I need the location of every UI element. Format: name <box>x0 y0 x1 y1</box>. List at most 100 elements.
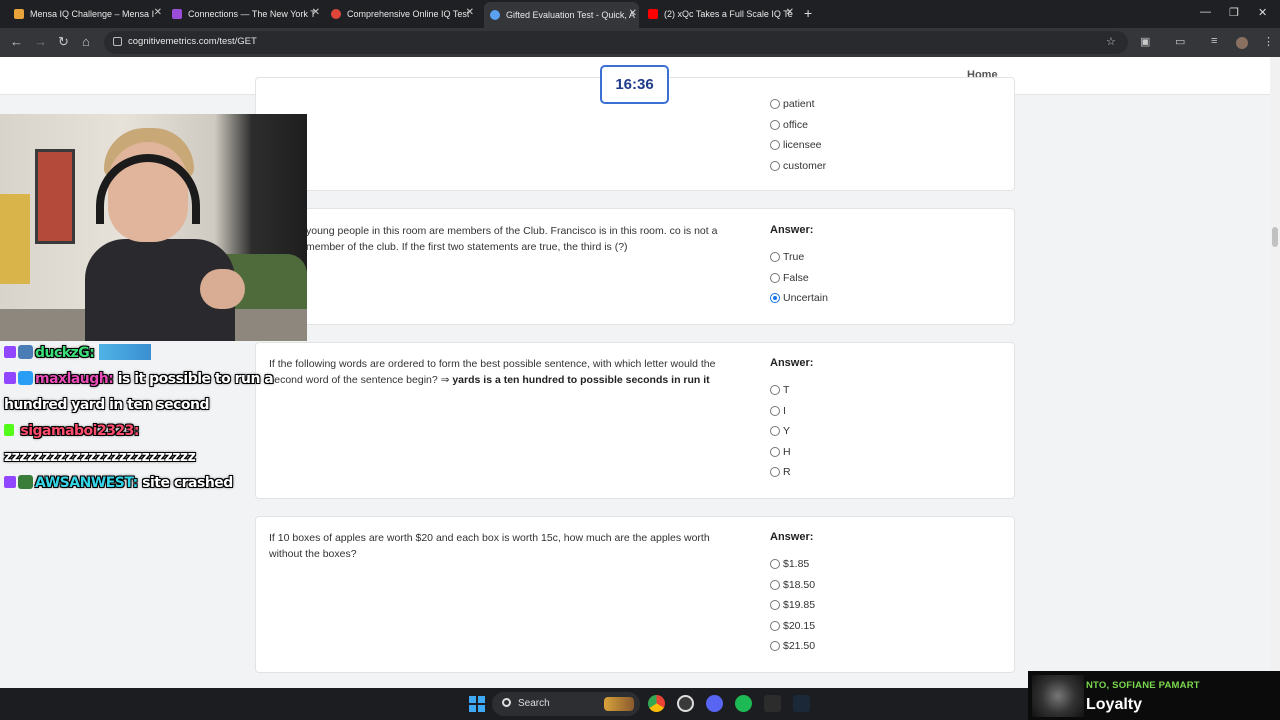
twitch-badge-icon <box>4 346 16 358</box>
test-timer: 16:36 <box>600 65 669 104</box>
browser-tab[interactable]: Comprehensive Online IQ Test ✕ <box>331 4 476 24</box>
windows-start-icon[interactable] <box>469 696 485 712</box>
answer-option[interactable]: H <box>770 445 791 459</box>
answer-option[interactable]: $18.50 <box>770 578 815 592</box>
answer-option[interactable]: patient <box>770 97 815 111</box>
question-card: If 10 boxes of apples are worth $20 and … <box>255 516 1015 673</box>
search-icon <box>502 698 511 707</box>
answer-heading: Answer: <box>770 357 814 369</box>
stream-chat-overlay: duckzG: maxlaugh: is it possible to run … <box>4 340 304 496</box>
artist-name: NTO, SOFIANE PAMART <box>1086 680 1200 691</box>
answer-option[interactable]: Y <box>770 424 790 438</box>
radio-button[interactable] <box>770 140 780 150</box>
scrollbar-thumb[interactable] <box>1272 227 1278 247</box>
address-bar[interactable]: cognitivemetrics.com/test/GET <box>104 31 1128 54</box>
answer-option[interactable]: R <box>770 465 791 479</box>
spotify-icon[interactable] <box>735 695 752 712</box>
radio-button[interactable] <box>770 447 780 457</box>
radio-button[interactable] <box>770 99 780 109</box>
radio-button[interactable] <box>770 559 780 569</box>
new-tab-button[interactable]: + <box>804 5 812 21</box>
app-icon[interactable] <box>677 695 694 712</box>
chrome-icon[interactable] <box>648 695 665 712</box>
radio-button[interactable] <box>770 252 780 262</box>
profile-avatar[interactable] <box>1236 37 1248 49</box>
mensa-favicon-icon <box>14 9 24 19</box>
browser-tab[interactable]: (2) xQc Takes a Full Scale IQ Te ✕ <box>648 4 796 24</box>
forward-icon[interactable]: → <box>34 34 47 49</box>
close-tab-icon[interactable]: ✕ <box>629 8 637 19</box>
nyt-favicon-icon <box>172 9 182 19</box>
radio-button[interactable] <box>770 406 780 416</box>
browser-tab[interactable]: Mensa IQ Challenge – Mensa I ✕ <box>14 4 164 24</box>
radio-button-checked[interactable] <box>770 293 780 303</box>
radio-button[interactable] <box>770 621 780 631</box>
answer-option[interactable]: True <box>770 250 804 264</box>
close-tab-icon[interactable]: ✕ <box>154 7 162 18</box>
page-scrollbar[interactable] <box>1270 57 1280 688</box>
close-tab-icon[interactable]: ✕ <box>466 7 474 18</box>
answer-option[interactable]: I <box>770 404 786 418</box>
song-title: Loyalty <box>1086 696 1143 713</box>
bookmark-star-icon[interactable]: ☆ <box>1106 35 1116 48</box>
question-words: yards is a ten hundred to possible secon… <box>452 374 710 386</box>
kick-badge-icon <box>4 424 14 436</box>
answer-option[interactable]: $21.50 <box>770 639 815 653</box>
extensions-icon[interactable]: ▣ <box>1140 35 1150 48</box>
youtube-favicon-icon <box>648 9 658 19</box>
question-card: young people in this room are members of… <box>255 208 1015 325</box>
chat-message: duckzG: <box>4 340 304 366</box>
home-icon[interactable]: ⌂ <box>82 34 90 49</box>
answer-option-selected[interactable]: Uncertain <box>770 291 828 305</box>
site-info-icon[interactable] <box>113 37 122 46</box>
emote-icon <box>98 344 151 360</box>
app-icon[interactable] <box>764 695 781 712</box>
answer-option[interactable]: customer <box>770 159 826 173</box>
browser-tab[interactable]: Connections — The New York T ✕ <box>172 4 322 24</box>
answer-option[interactable]: licensee <box>770 138 822 152</box>
back-icon[interactable]: ← <box>10 34 23 49</box>
question-text: If the following words are ordered to fo… <box>269 358 716 386</box>
browser-tab-active[interactable]: Gifted Evaluation Test - Quick, A ✕ <box>484 2 639 28</box>
url-text: cognitivemetrics.com/test/GET <box>128 36 257 47</box>
question-card: If the following words are ordered to fo… <box>255 342 1015 499</box>
reload-icon[interactable]: ↻ <box>58 34 69 50</box>
streamer-webcam <box>0 114 307 341</box>
steam-icon[interactable] <box>793 695 810 712</box>
close-window-icon[interactable]: ✕ <box>1258 6 1267 19</box>
taskbar-search[interactable]: Search <box>492 692 640 716</box>
radio-button[interactable] <box>770 600 780 610</box>
radio-button[interactable] <box>770 161 780 171</box>
radio-button[interactable] <box>770 426 780 436</box>
now-playing-overlay: NTO, SOFIANE PAMART Loyalty <box>1028 671 1280 720</box>
more-options-icon[interactable]: ⋮ <box>1263 35 1274 48</box>
radio-button[interactable] <box>770 120 780 130</box>
radio-button[interactable] <box>770 467 780 477</box>
cast-icon[interactable]: ▭ <box>1175 35 1185 48</box>
iq-test-favicon-icon <box>331 9 341 19</box>
minimize-icon[interactable]: — <box>1200 6 1211 18</box>
answer-option[interactable]: T <box>770 383 789 397</box>
discord-icon[interactable] <box>706 695 723 712</box>
answer-option[interactable]: $19.85 <box>770 598 815 612</box>
radio-button[interactable] <box>770 385 780 395</box>
radio-button[interactable] <box>770 273 780 283</box>
cognitive-metrics-favicon-icon <box>490 10 500 20</box>
question-text: If 10 boxes of apples are worth $20 and … <box>269 532 710 560</box>
browser-tab-bar: Mensa IQ Challenge – Mensa I ✕ Connectio… <box>0 0 1280 28</box>
question-text: young people in this room are members of… <box>306 225 718 253</box>
answer-option[interactable]: office <box>770 118 808 132</box>
user-avatar <box>18 475 33 489</box>
menu-list-icon[interactable]: ≡ <box>1211 35 1217 47</box>
twitch-badge-icon <box>4 372 16 384</box>
close-tab-icon[interactable]: ✕ <box>786 7 794 18</box>
twitch-badge-icon <box>4 476 16 488</box>
answer-option[interactable]: $1.85 <box>770 557 809 571</box>
maximize-icon[interactable]: ❐ <box>1229 6 1239 19</box>
close-tab-icon[interactable]: ✕ <box>312 7 320 18</box>
answer-option[interactable]: False <box>770 271 809 285</box>
screen: Mensa IQ Challenge – Mensa I ✕ Connectio… <box>0 0 1280 720</box>
radio-button[interactable] <box>770 641 780 651</box>
answer-option[interactable]: $20.15 <box>770 619 815 633</box>
radio-button[interactable] <box>770 580 780 590</box>
